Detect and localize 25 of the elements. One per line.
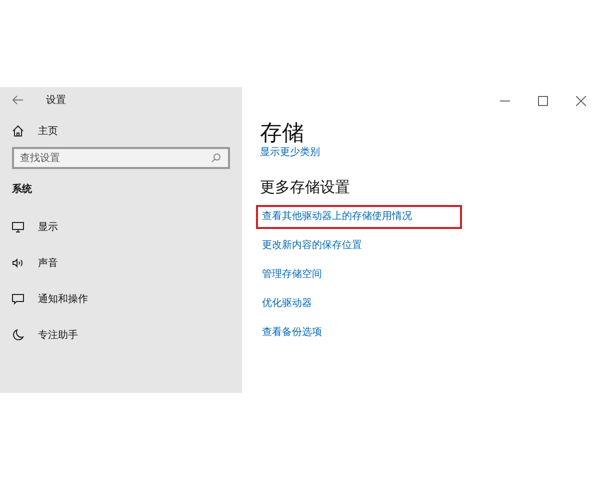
settings-link[interactable]: 优化驱动器 xyxy=(256,292,318,321)
section-heading: 系统 xyxy=(12,182,33,196)
sidebar-item[interactable]: 通知和操作 xyxy=(12,281,230,317)
page-title: 存储 xyxy=(260,120,305,146)
window-title: 设置 xyxy=(46,94,66,107)
maximize-button[interactable] xyxy=(538,96,548,106)
settings-link[interactable]: 更改新内容的保存位置 xyxy=(256,234,368,263)
sidebar-item[interactable]: 专注助手 xyxy=(12,317,230,353)
monitor-icon xyxy=(12,221,24,233)
speech-bubble-icon xyxy=(12,293,24,305)
back-arrow-icon[interactable] xyxy=(12,95,24,105)
sidebar-item[interactable]: 声音 xyxy=(12,245,230,281)
speaker-icon xyxy=(12,257,24,269)
search-icon xyxy=(211,153,221,163)
close-button[interactable] xyxy=(576,96,586,106)
settings-link[interactable]: 管理存储空间 xyxy=(256,263,328,292)
settings-link[interactable]: 查看备份选项 xyxy=(256,321,328,350)
show-fewer-link[interactable]: 显示更少类别 xyxy=(260,146,320,159)
home-nav-item[interactable]: 主页 xyxy=(12,115,230,147)
home-icon xyxy=(12,125,24,137)
sidebar-item[interactable]: 显示 xyxy=(12,209,230,245)
moon-icon xyxy=(12,329,24,341)
section-heading: 更多存储设置 xyxy=(260,178,351,197)
settings-link[interactable]: 查看其他驱动器上的存储使用情况 xyxy=(256,205,462,229)
search-field[interactable]: 查找设置 xyxy=(12,147,230,169)
